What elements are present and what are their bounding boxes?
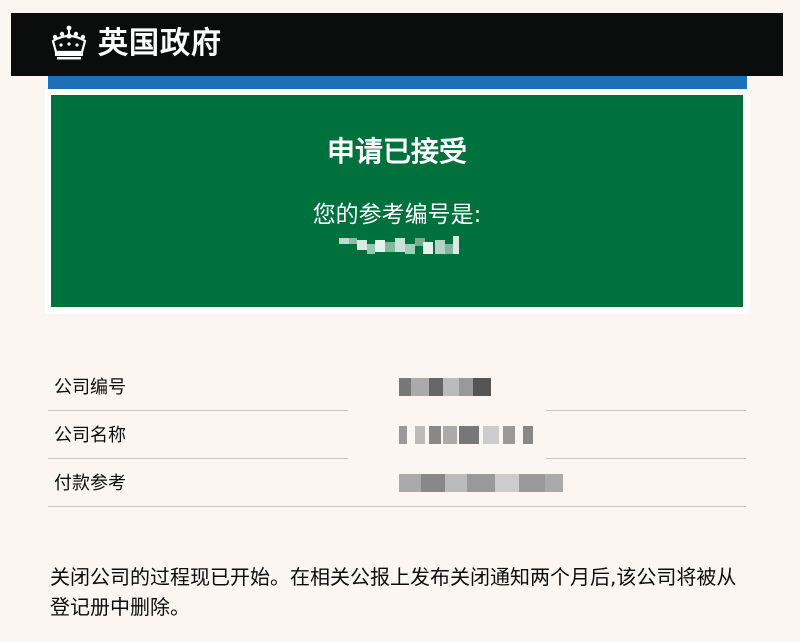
reference-label: 您的参考编号是: (312, 202, 482, 228)
summary-list: 公司编号 公司名称 付款参考 (48, 363, 746, 507)
panel-title: 申请已接受 (326, 135, 467, 168)
header-accent-bar (48, 76, 747, 89)
summary-key: 公司编号 (54, 377, 126, 398)
company-number-redacted (399, 378, 499, 396)
reference-number-redacted (339, 236, 459, 254)
closure-info-text: 关闭公司的过程现已开始。在相关公报上发布关闭通知两个月后,该公司将被从登记册中删… (50, 565, 737, 619)
blur-gap (348, 407, 546, 413)
payment-reference-redacted (399, 474, 564, 492)
confirmation-panel: 申请已接受 您的参考编号是: (51, 95, 743, 307)
summary-row-company-number: 公司编号 (48, 363, 746, 411)
header-title[interactable]: 英国政府 (98, 26, 222, 62)
blur-gap (348, 455, 546, 461)
summary-key: 付款参考 (54, 473, 126, 494)
summary-row-payment-reference: 付款参考 (48, 459, 746, 507)
summary-row-company-name: 公司名称 (48, 411, 746, 459)
crown-icon (51, 25, 87, 60)
govuk-header: 英国政府 (11, 13, 783, 76)
summary-key: 公司名称 (54, 425, 126, 446)
company-name-redacted (399, 426, 539, 444)
